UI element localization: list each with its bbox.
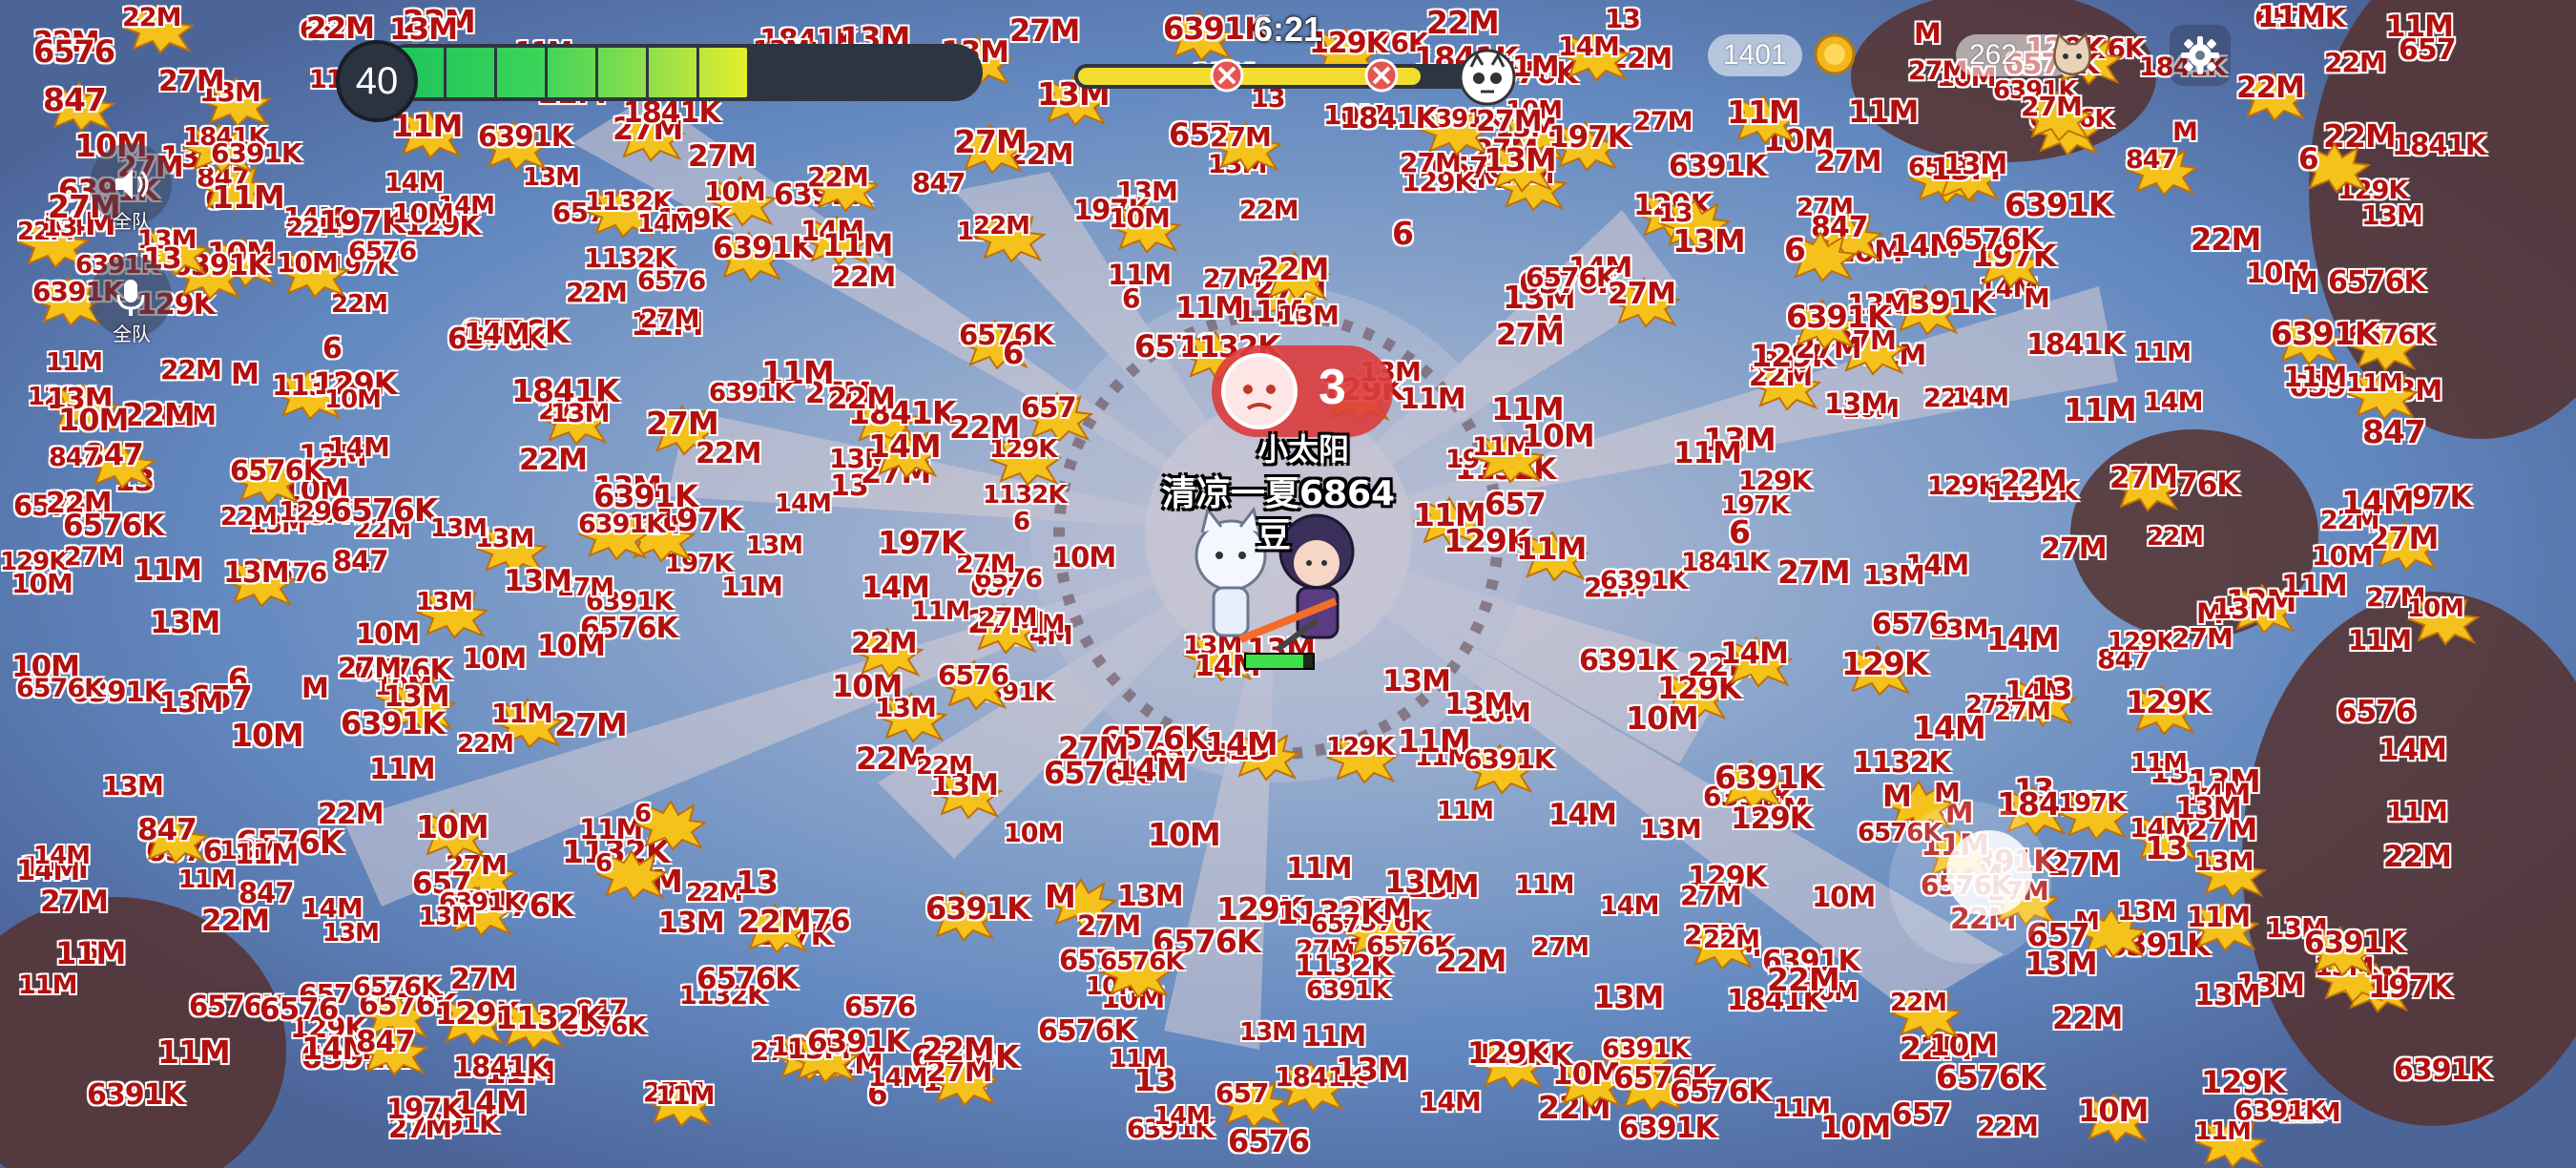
kill-count-value: 1401 [1723, 39, 1787, 71]
joystick-knob[interactable] [1946, 830, 2032, 916]
xp-bar-segment-divider [899, 48, 902, 97]
gear-icon [2181, 36, 2219, 74]
xp-bar-segment-divider [545, 48, 548, 97]
microphone-icon [116, 280, 145, 316]
player-hp-bar [1244, 653, 1315, 670]
emote-bubble: 3 [1212, 345, 1393, 437]
xp-bar-segment-divider [494, 48, 497, 97]
team-speaker-label: 全队 [113, 210, 151, 233]
xp-bar-segment-divider [595, 48, 598, 97]
skull-icon [1459, 49, 1516, 106]
coin-icon [1814, 33, 1856, 75]
kill-counter: 1401 [1708, 34, 1802, 76]
cat-icon [2053, 31, 2091, 76]
boss-progress-bar [1074, 58, 1481, 93]
team-mic-label: 全队 [113, 323, 151, 345]
xp-bar-segment-divider [949, 48, 952, 97]
game-stage: 13M6576K22M27M11M10M14M6391K129K1841K847… [0, 0, 2576, 1168]
emote-count: 3 [1319, 360, 1346, 415]
xp-bar-segment-divider [848, 48, 851, 97]
player-hp-fill [1246, 655, 1303, 668]
xp-bar [380, 44, 983, 101]
boss-wave-marker-icon [1210, 58, 1244, 93]
xp-bar-segment-divider [798, 48, 800, 97]
xp-bar-segment-divider [646, 48, 649, 97]
xp-bar-segment-divider [696, 48, 699, 97]
currency-count-value: 262 [1969, 39, 2018, 71]
settings-button[interactable] [2170, 25, 2231, 86]
level-badge: 40 [336, 40, 418, 122]
xp-bar-segment-divider [444, 48, 447, 97]
player-name-3: 豆 [1256, 516, 1291, 555]
xp-bar-segment-divider [747, 48, 750, 97]
speaker-icon [115, 169, 149, 199]
boss-wave-marker-icon [1364, 58, 1399, 93]
sad-face-emote-icon [1221, 353, 1298, 429]
game-timer: 6:21 [1253, 10, 1323, 49]
player-name-1: 小太阳 [1257, 431, 1349, 468]
